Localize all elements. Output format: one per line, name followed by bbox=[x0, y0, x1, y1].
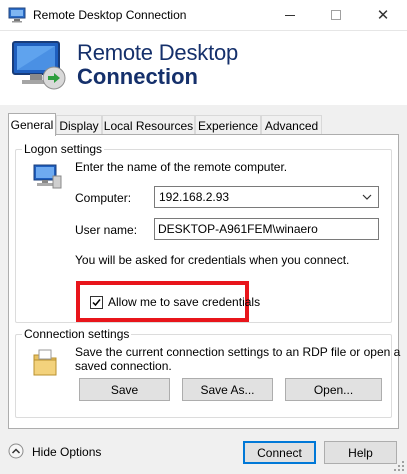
connection-settings-group: Connection settings Save the current con… bbox=[15, 327, 400, 418]
computer-combobox[interactable]: 192.168.2.93 bbox=[154, 186, 379, 208]
hide-options-label: Hide Options bbox=[32, 445, 102, 459]
computer-icon bbox=[33, 164, 62, 189]
connection-description-line1: Save the current connection settings to … bbox=[75, 345, 401, 359]
credentials-note: You will be asked for credentials when y… bbox=[75, 253, 350, 267]
logon-settings-group: Logon settings Enter the name of the rem… bbox=[15, 142, 392, 323]
checkmark-icon bbox=[92, 299, 101, 307]
help-button[interactable]: Help bbox=[324, 441, 397, 464]
folder-icon bbox=[33, 349, 57, 376]
title-bar: Remote Desktop Connection ✕ bbox=[0, 0, 407, 31]
close-icon: ✕ bbox=[376, 6, 390, 24]
chevron-down-icon bbox=[362, 194, 372, 200]
save-as-button[interactable]: Save As... bbox=[182, 378, 273, 401]
save-credentials-checkbox[interactable] bbox=[90, 296, 103, 309]
minimize-icon bbox=[285, 14, 295, 16]
username-label: User name: bbox=[75, 223, 138, 237]
maximize-icon bbox=[331, 10, 341, 20]
computer-label: Computer: bbox=[75, 191, 132, 205]
connect-button[interactable]: Connect bbox=[243, 441, 316, 464]
tab-local-resources[interactable]: Local Resources bbox=[102, 115, 195, 135]
maximize-button[interactable] bbox=[313, 0, 359, 30]
general-tab-panel: Logon settings Enter the name of the rem… bbox=[8, 134, 400, 429]
logon-settings-label: Logon settings bbox=[22, 142, 105, 156]
tab-display[interactable]: Display bbox=[56, 115, 102, 135]
tab-general[interactable]: General bbox=[8, 113, 56, 136]
tab-advanced[interactable]: Advanced bbox=[261, 115, 322, 135]
tab-experience[interactable]: Experience bbox=[195, 115, 261, 135]
save-credentials-highlight: Allow me to save credentials bbox=[76, 281, 260, 322]
remote-desktop-logo-icon bbox=[12, 41, 66, 90]
header-banner: Remote Desktop Connection bbox=[0, 31, 407, 105]
minimize-button[interactable] bbox=[267, 0, 313, 30]
window-title: Remote Desktop Connection bbox=[33, 8, 187, 22]
close-button[interactable]: ✕ bbox=[360, 0, 406, 30]
save-credentials-label[interactable]: Allow me to save credentials bbox=[108, 295, 260, 309]
banner-title-line1: Remote Desktop bbox=[77, 40, 239, 65]
open-button[interactable]: Open... bbox=[285, 378, 382, 401]
logon-instruction: Enter the name of the remote computer. bbox=[75, 160, 288, 174]
computer-value: 192.168.2.93 bbox=[159, 190, 230, 204]
save-button[interactable]: Save bbox=[79, 378, 170, 401]
banner-title-line2: Connection bbox=[77, 64, 198, 89]
username-value: DESKTOP-A961FEM\winaero bbox=[158, 222, 318, 236]
connection-settings-label: Connection settings bbox=[22, 327, 132, 341]
connection-description-line2: saved connection. bbox=[75, 359, 172, 373]
chevron-up-circle-icon bbox=[8, 443, 24, 459]
resize-grip-icon[interactable] bbox=[393, 460, 405, 472]
remote-desktop-icon bbox=[8, 7, 26, 23]
username-field[interactable]: DESKTOP-A961FEM\winaero bbox=[154, 218, 379, 240]
